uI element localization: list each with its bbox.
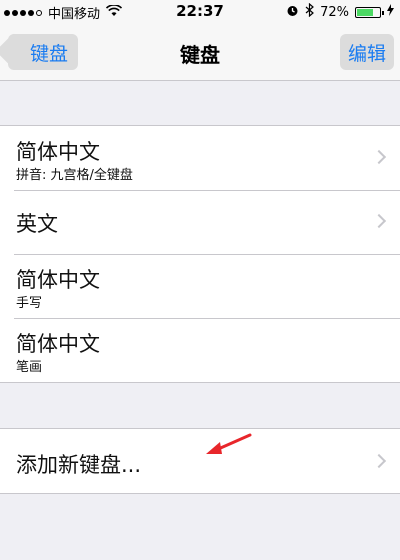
battery-icon: [355, 6, 384, 18]
navigation-bar: 键盘 键盘 编辑: [0, 24, 400, 81]
keyboard-title: 简体中文: [16, 332, 100, 356]
keyboard-title: 英文: [16, 212, 58, 236]
status-right: 72%: [286, 2, 394, 21]
status-bar: 中国移动 22:37 72%: [0, 0, 400, 24]
keyboard-subtitle: 笔画: [16, 360, 43, 375]
chevron-right-icon: [371, 149, 387, 165]
add-keyboard-label: 添加新键盘...: [16, 453, 142, 477]
keyboard-row-stroke[interactable]: 简体中文 笔画: [0, 318, 400, 382]
chevron-right-icon: [371, 453, 387, 469]
bluetooth-icon: [305, 2, 315, 21]
keyboard-row-english[interactable]: 英文: [0, 190, 400, 254]
keyboard-row-simplified-pinyin[interactable]: 简体中文 拼音: 九宫格/全键盘: [0, 126, 400, 190]
keyboard-subtitle: 拼音: 九宫格/全键盘: [16, 168, 133, 183]
add-keyboard-row[interactable]: 添加新键盘...: [0, 429, 400, 493]
keyboard-row-handwriting[interactable]: 简体中文 手写: [0, 254, 400, 318]
keyboard-title: 简体中文: [16, 140, 100, 164]
keyboard-subtitle: 手写: [16, 296, 43, 311]
add-keyboard-group: 添加新键盘...: [0, 428, 400, 494]
chevron-right-icon: [371, 213, 387, 229]
keyboard-title: 简体中文: [16, 268, 100, 292]
edit-button[interactable]: 编辑: [339, 34, 394, 70]
annotation-arrow-icon: [206, 433, 252, 454]
charging-icon: [387, 4, 394, 20]
alarm-clock-icon: [286, 4, 299, 21]
keyboard-list: 简体中文 拼音: 九宫格/全键盘 英文 简体中文 手写 简体中文 笔画: [0, 125, 400, 383]
battery-percent: 72%: [320, 4, 349, 20]
